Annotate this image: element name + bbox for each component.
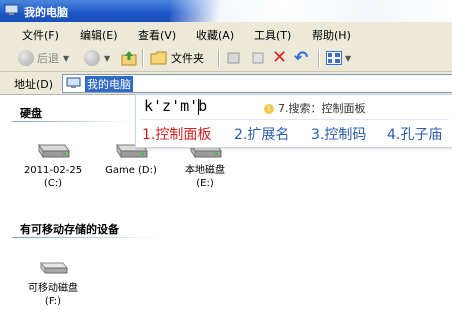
copy-to-button[interactable] — [250, 48, 266, 68]
ime-search-hint[interactable]: i 7.搜索：控制面板 — [264, 100, 366, 116]
menu-view[interactable]: 查看(V) — [138, 27, 176, 43]
address-label: 地址(D) — [14, 78, 54, 91]
chevron-down-icon[interactable]: ▼ — [345, 54, 351, 63]
views-button[interactable]: ▼ — [326, 48, 351, 68]
removable-disk-icon — [39, 261, 69, 275]
folders-button[interactable]: 文件夹 — [150, 48, 204, 68]
window-title: 我的电脑 — [24, 6, 68, 19]
drive-name: 2011-02-25 — [23, 165, 83, 176]
chevron-down-icon[interactable]: ▼ — [104, 54, 110, 63]
undo-icon: ↶ — [294, 48, 309, 68]
group-divider — [12, 237, 162, 238]
group-title-hard-disks: 硬盘 — [20, 107, 42, 120]
up-folder-button[interactable] — [120, 48, 138, 68]
address-input[interactable]: 我的电脑 — [62, 74, 452, 93]
group-divider — [12, 121, 132, 122]
ime-candidate[interactable]: 3.控制码 — [311, 124, 366, 144]
menu-favorites[interactable]: 收藏(A) — [196, 27, 234, 43]
drive-f[interactable]: 可移动磁盘 (F:) — [18, 257, 88, 308]
ime-search-hint-text: 7.搜索：控制面板 — [278, 102, 366, 115]
address-value: 我的电脑 — [85, 76, 133, 92]
ime-candidate[interactable]: 2.扩展名 — [234, 124, 289, 144]
undo-button[interactable]: ↶ — [294, 48, 308, 68]
ime-divider — [140, 119, 449, 120]
drive-name: 本地磁盘 — [185, 165, 225, 176]
group-title-removable: 有可移动存储的设备 — [20, 223, 119, 236]
toolbar-separator — [218, 49, 220, 67]
ime-candidate[interactable]: 1.控制面板 — [142, 124, 211, 144]
address-bar: 地址(D) 我的电脑 — [0, 72, 452, 95]
ime-candidate[interactable]: 4.孔子庙 — [387, 124, 442, 144]
lightbulb-icon: i — [264, 104, 274, 114]
title-bar[interactable]: 我的电脑 — [0, 0, 452, 22]
back-button[interactable]: 后退 ▼ — [18, 48, 69, 68]
hard-disk-icon — [38, 143, 70, 159]
drive-name: 可移动磁盘 — [28, 283, 78, 294]
drive-letter: (C:) — [43, 178, 63, 189]
drive-letter: (F:) — [44, 296, 62, 307]
back-label: 后退 — [37, 52, 59, 65]
delete-button[interactable]: ✕ — [272, 48, 287, 68]
computer-icon — [66, 77, 81, 88]
menu-tools[interactable]: 工具(T) — [254, 27, 291, 43]
forward-button[interactable]: ▼ — [84, 48, 110, 68]
ime-caret — [198, 99, 199, 115]
back-arrow-icon — [18, 50, 34, 66]
move-to-icon — [227, 52, 240, 64]
forward-arrow-icon — [84, 50, 100, 66]
menu-file[interactable]: 文件(F) — [22, 27, 59, 43]
delete-x-icon: ✕ — [272, 47, 288, 68]
folders-label: 文件夹 — [171, 52, 204, 65]
drive-c[interactable]: 2011-02-25 (C:) — [18, 139, 88, 190]
drive-name: Game (D:) — [105, 165, 157, 176]
drive-letter: (E:) — [196, 178, 214, 189]
folder-icon — [150, 51, 167, 65]
views-grid-icon — [326, 51, 342, 65]
copy-to-icon — [252, 52, 264, 64]
title-bar-overlay — [170, 0, 452, 22]
chevron-down-icon[interactable]: ▼ — [63, 54, 69, 63]
up-folder-icon — [121, 51, 137, 66]
toolbar-separator — [142, 49, 144, 67]
menu-bar: 文件(F) 编辑(E) 查看(V) 收藏(A) 工具(T) 帮助(H) — [0, 22, 452, 46]
move-to-button[interactable] — [226, 48, 242, 68]
ime-candidate-window: k'z'm'b i 7.搜索：控制面板 1.控制面板 2.扩展名 3.控制码 4.… — [135, 94, 452, 148]
menu-help[interactable]: 帮助(H) — [312, 27, 351, 43]
menu-edit[interactable]: 编辑(E) — [80, 27, 118, 43]
toolbar: 后退 ▼ ▼ 文件夹 ✕ ↶ ▼ — [0, 45, 452, 72]
toolbar-separator — [318, 49, 320, 67]
computer-icon — [4, 4, 19, 15]
